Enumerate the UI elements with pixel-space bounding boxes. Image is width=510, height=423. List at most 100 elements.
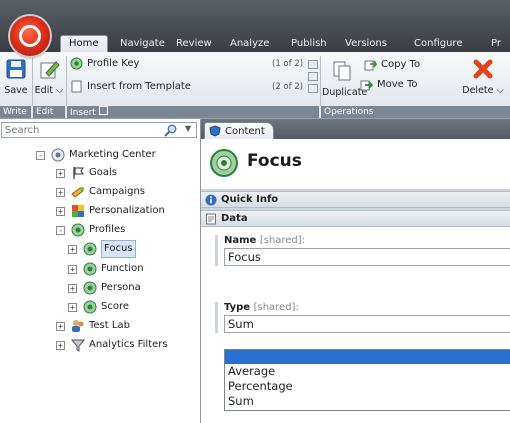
name-field-label: Name [shared]: [224,235,306,246]
insert-from-template-button[interactable]: Insert from Template [70,80,191,93]
profile-key-label: Profile Key [87,58,140,69]
tree-node-analytics-filters[interactable]: + Analytics Filters [56,337,168,353]
test-lab-people-icon [72,320,84,332]
save-disk-icon [6,59,26,79]
tree-node-personalization[interactable]: + Personalization [56,203,165,219]
profile-score-icon [83,300,97,314]
tree-node-profiles[interactable]: - Profiles [56,222,125,238]
editor-tab-strip: Content [201,119,510,139]
group-label-write: Write [0,106,31,118]
shared-tag: [shared]: [259,235,306,246]
expand-toggle-icon[interactable]: + [56,187,65,197]
type-field-group: Type [shared]: Sum [215,302,510,333]
campaigns-icon [71,187,84,198]
dropdown-option-sum[interactable]: Sum [225,394,510,409]
tab-review[interactable]: Review [176,36,212,52]
copy-to-button[interactable]: Copy To [364,58,420,71]
profile-large-icon [210,149,238,177]
group-label-edit: Edit [33,106,65,118]
profile-key-icon [70,57,83,70]
search-icon[interactable] [164,124,178,137]
type-field-select[interactable]: Sum [224,315,510,333]
tree-node-test-lab[interactable]: + Test Lab [56,318,130,334]
duplicate-button[interactable]: Duplicate [322,60,368,98]
name-field-input[interactable]: Focus [224,248,510,266]
collapse-toggle-icon[interactable]: - [36,150,45,160]
copy-to-label: Copy To [381,59,421,70]
duplicate-pages-icon [333,61,351,81]
expand-toggle-icon[interactable]: + [68,283,77,293]
dropdown-highlighted-blank-option[interactable] [225,350,510,364]
group-label-operations: Operations [321,106,510,118]
expand-toggle-icon[interactable]: + [56,340,65,350]
collapse-toggle-icon[interactable]: - [56,225,65,235]
tree-node-marketing-center[interactable]: - Marketing Center [36,147,156,163]
expand-toggle-icon[interactable]: + [68,244,77,254]
edit-button[interactable]: Edit ⌵ [34,58,64,96]
tab-analyze[interactable]: Analyze [230,36,269,52]
ribbon: Save Edit ⌵ Profile Key (1 of 2) Insert … [0,52,510,119]
profile-persona-icon [83,281,97,295]
dropdown-option-percentage[interactable]: Percentage [225,379,510,394]
info-icon [205,194,217,205]
insert-from-template-label: Insert from Template [87,81,191,92]
save-label: Save [4,85,28,96]
edit-label: Edit [34,85,54,96]
section-quick-info[interactable]: Quick Info [201,191,510,208]
tab-versions[interactable]: Versions [345,36,387,52]
tree-node-score[interactable]: + Score [68,299,129,315]
tab-navigate[interactable]: Navigate [120,36,165,52]
move-to-label: Move To [377,79,418,90]
ribbon-divider [66,56,67,106]
chevron-down-icon[interactable]: ▼ [185,124,191,133]
dialog-launcher-icon[interactable] [98,106,108,115]
expand-toggle-icon[interactable]: + [56,168,65,178]
profile-function-icon [83,262,97,276]
dropdown-option-average[interactable]: Average [225,364,510,379]
ribbon-divider [32,56,33,106]
tree-node-goals[interactable]: + Goals [56,165,117,181]
item-title: Focus [247,151,302,171]
tab-publish[interactable]: Publish [291,36,327,52]
section-data[interactable]: Data [201,210,510,227]
search-input[interactable] [2,123,148,138]
item-header: Focus [201,139,510,189]
expand-gallery-icon[interactable] [308,84,318,93]
type-field-label: Type [shared]: [224,302,299,313]
name-field-group: Name [shared]: Focus [215,235,510,266]
data-page-icon [206,213,216,224]
profile-key-count: (1 of 2) [272,59,304,69]
tree-node-campaigns[interactable]: + Campaigns [56,184,145,200]
tab-content[interactable]: Content [204,122,274,139]
shared-tag: [shared]: [253,302,299,313]
duplicate-label: Duplicate [322,87,368,98]
chevron-down-icon: ⌵ [56,85,64,96]
tree-node-function[interactable]: + Function [68,261,144,277]
search-box: ▼ [1,122,197,138]
scroll-up-icon[interactable] [308,60,318,69]
tab-home[interactable]: Home [60,35,108,53]
tree-node-focus[interactable]: + Focus [68,240,136,258]
expand-toggle-icon[interactable]: + [68,302,77,312]
delete-button[interactable]: Delete ⌵ [461,58,505,96]
type-dropdown-list: Average Percentage Sum [224,349,510,411]
personalization-grid-icon [72,205,84,217]
tab-pr[interactable]: Pr [491,36,501,52]
save-button[interactable]: Save [2,58,30,96]
tree-node-persona[interactable]: + Persona [68,280,141,296]
tab-configure[interactable]: Configure [414,36,462,52]
scroll-down-icon[interactable] [308,72,318,81]
chevron-down-icon: ⌵ [496,85,504,96]
ribbon-divider [320,56,321,106]
filter-funnel-icon [71,339,85,352]
expand-toggle-icon[interactable]: + [56,206,65,216]
profile-key-button[interactable]: Profile Key [70,57,139,70]
app-menu-logo-icon[interactable] [10,16,50,56]
move-to-button[interactable]: Move To [360,78,418,91]
top-tab-bar: Home Navigate Review Analyze Publish Ver… [0,0,510,56]
profile-focus-icon [83,242,97,256]
expand-toggle-icon[interactable]: + [68,264,77,274]
expand-toggle-icon[interactable]: + [56,321,65,331]
edit-pencil-icon [40,61,60,79]
insert-template-count: (2 of 2) [272,82,304,92]
